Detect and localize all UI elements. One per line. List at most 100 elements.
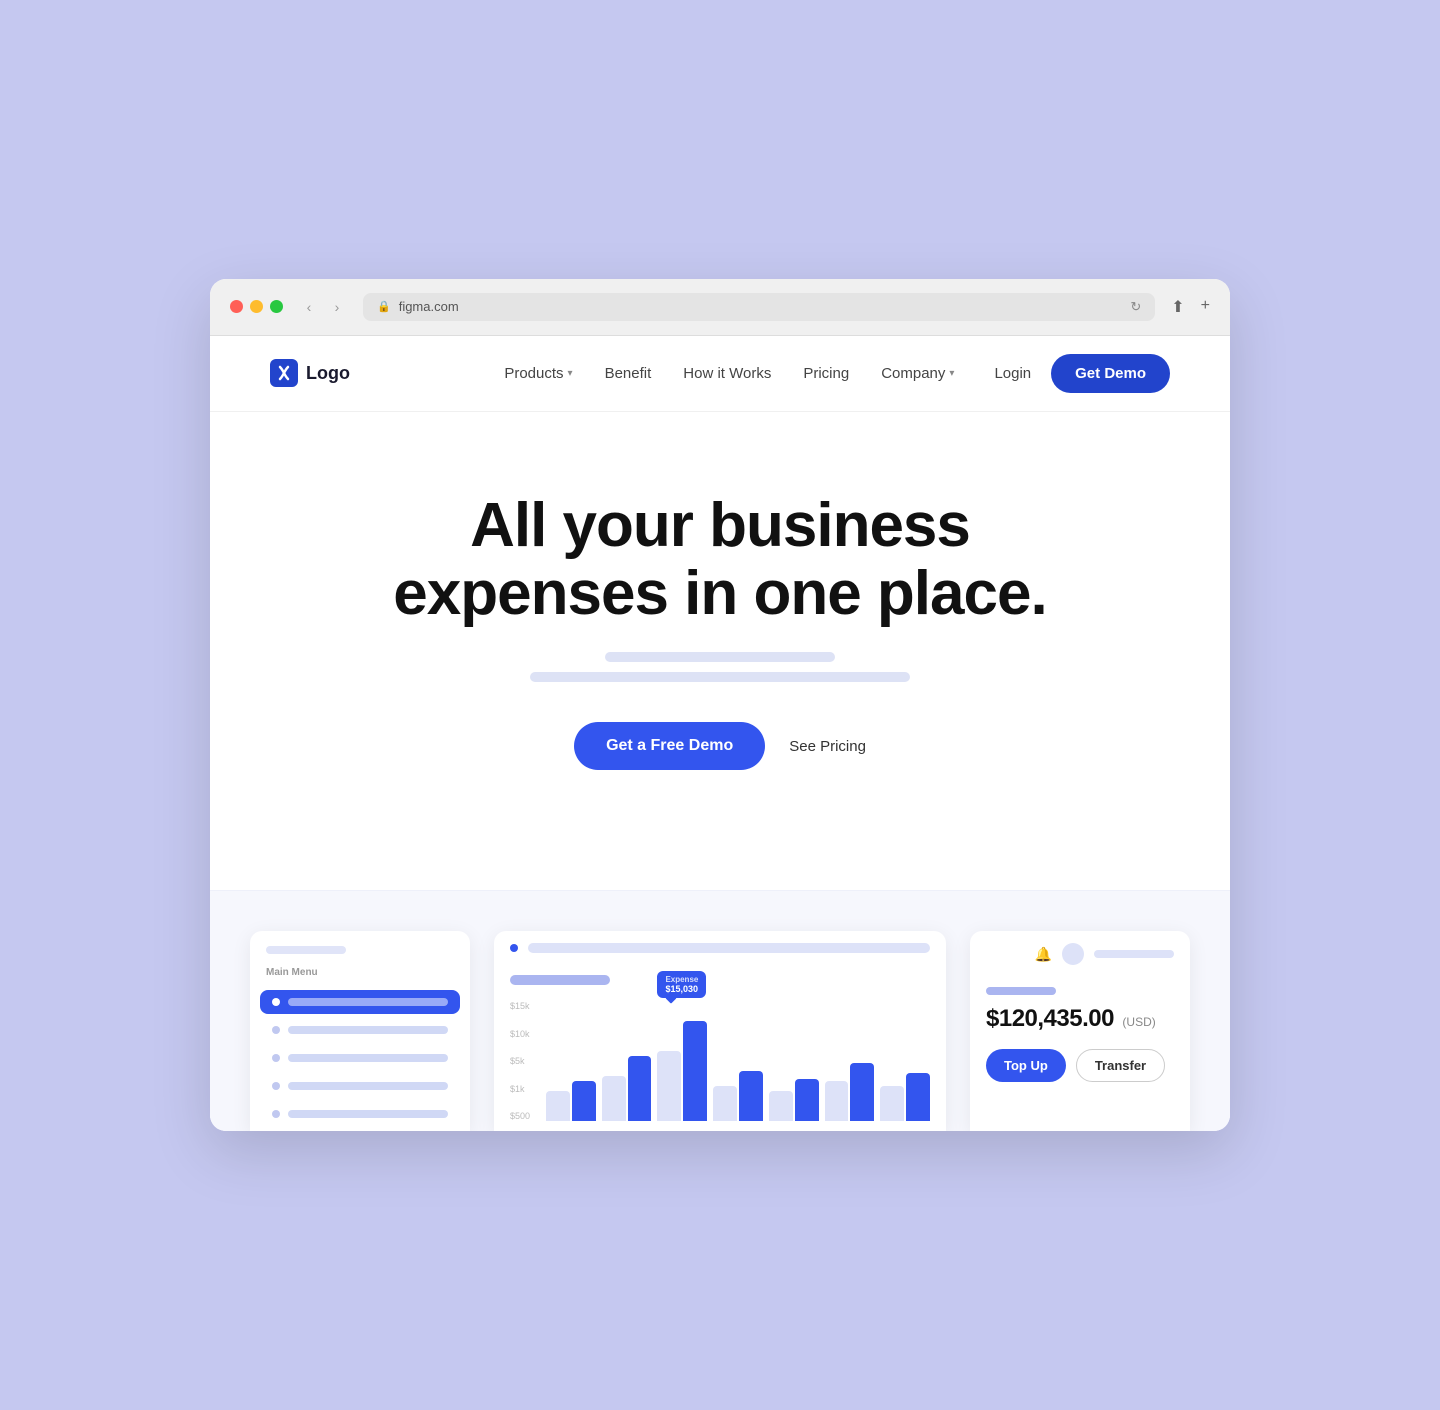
chart-panel: $15k $10k $5k $1k $500 <box>494 931 946 1131</box>
sidebar-dot-5 <box>272 1110 280 1118</box>
dashboard-preview: Main Menu <box>210 890 1230 1131</box>
navbar: Logo Products ▾ Benefit <box>210 336 1230 412</box>
login-button[interactable]: Login <box>994 365 1031 382</box>
bar-light-5 <box>769 1091 793 1121</box>
traffic-light-red[interactable] <box>230 300 243 313</box>
sidebar-bar-5 <box>288 1110 448 1118</box>
sidebar-bar-2 <box>288 1026 448 1034</box>
nav-item-company[interactable]: Company ▾ <box>881 365 954 382</box>
bar-blue-5 <box>795 1079 819 1121</box>
balance-body: $120,435.00 (USD) Top Up Transfer <box>970 977 1190 1102</box>
bar-light-7 <box>880 1086 904 1121</box>
browser-chrome: ‹ › 🔒 figma.com ↻ ⬆ + <box>210 279 1230 336</box>
sidebar-header <box>250 931 470 961</box>
logo-text: Logo <box>306 363 350 384</box>
nav-link-products[interactable]: Products ▾ <box>504 365 572 382</box>
chart-bars: Expense $15,030 <box>546 1001 930 1121</box>
sidebar-panel: Main Menu <box>250 931 470 1131</box>
nav-item-benefit[interactable]: Benefit <box>605 365 652 382</box>
chart-y-labels: $15k $10k $5k $1k $500 <box>510 1001 536 1121</box>
bar-blue-3 <box>683 1021 707 1121</box>
chevron-down-icon: ▾ <box>568 368 573 379</box>
sidebar-bar-1 <box>288 998 448 1006</box>
search-dot <box>510 944 518 952</box>
chevron-down-icon-company: ▾ <box>949 368 954 379</box>
hero-title: All your business expenses in one place. <box>270 492 1170 628</box>
bar-light-4 <box>713 1086 737 1121</box>
refresh-icon[interactable]: ↻ <box>1130 299 1141 315</box>
bar-group-7 <box>880 1001 930 1121</box>
sidebar-item-2[interactable] <box>260 1018 460 1042</box>
nav-link-benefit[interactable]: Benefit <box>605 365 652 382</box>
bar-group-4 <box>713 1001 763 1121</box>
bar-light-6 <box>825 1081 849 1121</box>
sidebar-bar-4 <box>288 1082 448 1090</box>
sidebar-item-3[interactable] <box>260 1046 460 1070</box>
balance-panel: 🔔 $120,435.00 (USD) Top Up Transfer <box>970 931 1190 1131</box>
bar-blue-7 <box>906 1073 930 1121</box>
transfer-button[interactable]: Transfer <box>1076 1049 1165 1082</box>
nav-link-how-it-works[interactable]: How it Works <box>683 365 771 382</box>
bar-blue-4 <box>739 1071 763 1121</box>
nav-item-pricing[interactable]: Pricing <box>803 365 849 382</box>
bar-light-3 <box>657 1051 681 1121</box>
share-icon[interactable]: ⬆ <box>1171 297 1184 317</box>
sidebar-header-bar <box>266 946 346 954</box>
balance-actions: Top Up Transfer <box>986 1049 1174 1082</box>
see-pricing-button[interactable]: See Pricing <box>789 738 866 755</box>
hero-subtitle-bar-1 <box>605 652 835 662</box>
chart-header <box>494 931 946 965</box>
lock-icon: 🔒 <box>377 300 391 313</box>
hero-section: All your business expenses in one place.… <box>210 412 1230 890</box>
chart-area: $15k $10k $5k $1k $500 <box>510 1001 930 1121</box>
nav-item-how-it-works[interactable]: How it Works <box>683 365 771 382</box>
traffic-lights <box>230 300 283 313</box>
top-up-button[interactable]: Top Up <box>986 1049 1066 1082</box>
balance-display: $120,435.00 (USD) <box>986 1005 1174 1033</box>
hero-actions: Get a Free Demo See Pricing <box>270 722 1170 770</box>
sidebar-menu-label: Main Menu <box>250 961 470 986</box>
bar-group-1 <box>546 1001 596 1121</box>
search-bar-mock <box>528 943 930 953</box>
bell-icon: 🔔 <box>1035 946 1052 963</box>
sidebar-item-1[interactable] <box>260 990 460 1014</box>
bar-group-3: Expense $15,030 <box>657 1001 707 1121</box>
sidebar-bar-3 <box>288 1054 448 1062</box>
sidebar-item-5[interactable] <box>260 1102 460 1126</box>
page-content: Logo Products ▾ Benefit <box>210 336 1230 1131</box>
nav-link-pricing[interactable]: Pricing <box>803 365 849 382</box>
nav-link-company[interactable]: Company ▾ <box>881 365 954 382</box>
forward-arrow[interactable]: › <box>327 297 347 317</box>
sidebar-item-4[interactable] <box>260 1074 460 1098</box>
sidebar-dot-4 <box>272 1082 280 1090</box>
back-arrow[interactable]: ‹ <box>299 297 319 317</box>
get-free-demo-button[interactable]: Get a Free Demo <box>574 722 765 770</box>
logo-icon <box>270 359 298 387</box>
url-text: figma.com <box>399 299 459 314</box>
traffic-light-green[interactable] <box>270 300 283 313</box>
chart-body: $15k $10k $5k $1k $500 <box>494 965 946 1131</box>
new-tab-icon[interactable]: + <box>1201 297 1210 317</box>
bar-blue-2 <box>628 1056 652 1121</box>
sidebar-dot-3 <box>272 1054 280 1062</box>
sidebar-dot-2 <box>272 1026 280 1034</box>
balance-amount: $120,435.00 <box>986 1005 1114 1032</box>
browser-nav-arrows: ‹ › <box>299 297 347 317</box>
browser-window: ‹ › 🔒 figma.com ↻ ⬆ + <box>210 279 1230 1131</box>
bar-group-2 <box>602 1001 652 1121</box>
avatar <box>1062 943 1084 965</box>
header-label-bar <box>1094 950 1174 958</box>
bar-group-5 <box>769 1001 819 1121</box>
nav-links: Products ▾ Benefit How it Works <box>504 365 954 382</box>
balance-header: 🔔 <box>970 931 1190 977</box>
logo: Logo <box>270 359 350 387</box>
expense-tooltip: Expense $15,030 <box>657 971 706 998</box>
nav-item-products[interactable]: Products ▾ <box>504 365 572 382</box>
bar-blue-6 <box>850 1063 874 1121</box>
bar-blue-1 <box>572 1081 596 1121</box>
bar-light-2 <box>602 1076 626 1121</box>
balance-label-bar <box>986 987 1056 995</box>
get-demo-button[interactable]: Get Demo <box>1051 354 1170 393</box>
address-bar[interactable]: 🔒 figma.com ↻ <box>363 293 1155 321</box>
traffic-light-yellow[interactable] <box>250 300 263 313</box>
